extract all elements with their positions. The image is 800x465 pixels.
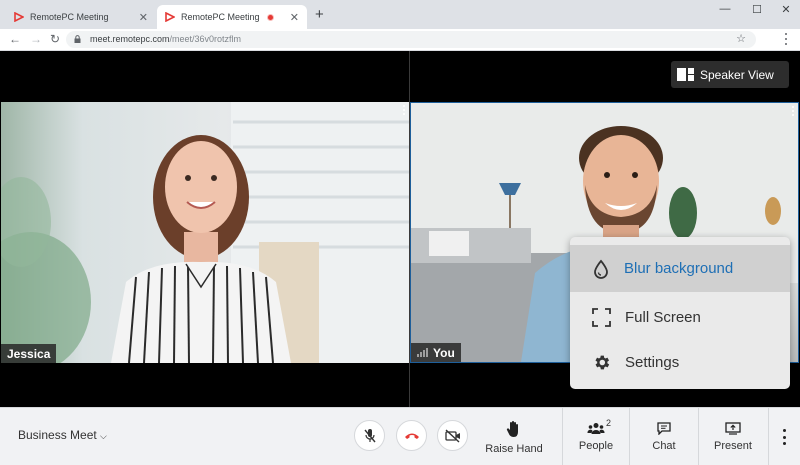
tile-options-icon[interactable] xyxy=(403,105,406,115)
meeting-name: Business Meet xyxy=(18,428,97,442)
camera-off-icon xyxy=(444,428,460,443)
new-tab-button[interactable]: + xyxy=(315,7,324,23)
browser-tab-active[interactable]: RemotePC Meeting ✕ xyxy=(157,5,307,29)
forward-icon[interactable]: → xyxy=(30,32,42,46)
people-label: People xyxy=(578,440,614,452)
browser-tab[interactable]: RemotePC Meeting ✕ xyxy=(6,5,156,29)
back-icon[interactable]: ← xyxy=(9,32,21,46)
people-icon xyxy=(587,423,605,434)
participant-name: You xyxy=(433,345,455,360)
more-options-icon[interactable] xyxy=(781,429,787,445)
hang-up-icon xyxy=(404,433,419,439)
minimize-icon[interactable]: — xyxy=(718,3,732,15)
url-host: meet.remotepc.com xyxy=(90,34,170,44)
end-call-button[interactable] xyxy=(396,420,427,451)
droplet-icon xyxy=(594,259,608,279)
browser-toolbar: ← → ↻ meet.remotepc.com/meet/36v0rotzflm… xyxy=(0,29,800,51)
participant-name: Jessica xyxy=(7,346,51,361)
bookmark-star-icon[interactable]: ☆ xyxy=(736,32,746,45)
close-tab-icon[interactable]: ✕ xyxy=(290,11,299,24)
menu-item-label: Full Screen xyxy=(625,309,701,326)
meeting-control-bar: Business Meet ⌵ Raise Hand People 2 Chat… xyxy=(0,407,800,465)
browser-menu-icon[interactable] xyxy=(781,32,791,46)
present-screen-icon xyxy=(725,422,741,435)
chat-button[interactable]: Chat xyxy=(630,408,698,465)
menu-item-label: Blur background xyxy=(624,260,734,277)
people-button[interactable]: People xyxy=(563,408,629,465)
present-button[interactable]: Present xyxy=(699,408,767,465)
menu-item-settings[interactable]: Settings xyxy=(570,339,790,386)
menu-item-blur-background[interactable]: Blur background xyxy=(570,245,790,292)
gear-icon xyxy=(595,355,610,370)
browser-tab-title: RemotePC Meeting xyxy=(30,12,109,22)
recording-indicator-icon xyxy=(266,13,274,21)
speaker-view-label: Speaker View xyxy=(700,67,774,82)
fullscreen-icon xyxy=(592,308,611,327)
participant-name-tag: Jessica xyxy=(1,344,57,363)
separator xyxy=(768,408,769,465)
url-text: meet.remotepc.com/meet/36v0rotzflm xyxy=(90,34,241,44)
chevron-down-icon: ⌵ xyxy=(100,431,107,441)
video-tile-remote[interactable]: Jessica xyxy=(1,102,409,363)
close-tab-icon[interactable]: ✕ xyxy=(139,11,148,24)
people-count-badge: 2 xyxy=(606,418,612,428)
chat-icon xyxy=(657,422,671,435)
speaker-view-button[interactable]: Speaker View xyxy=(671,61,789,88)
participant-name-tag: You xyxy=(411,343,461,362)
window-close-icon[interactable]: ✕ xyxy=(779,3,793,16)
stop-video-button[interactable] xyxy=(437,420,468,451)
menu-item-full-screen[interactable]: Full Screen xyxy=(570,294,790,341)
browser-tab-title: RemotePC Meeting xyxy=(181,12,260,22)
maximize-icon[interactable]: ☐ xyxy=(750,3,764,16)
browser-tab-strip: RemotePC Meeting ✕ RemotePC Meeting ✕ + … xyxy=(0,0,800,29)
signal-strength-icon xyxy=(417,348,428,357)
reload-icon[interactable]: ↻ xyxy=(50,32,60,46)
tile-context-menu: Blur background Full Screen Settings xyxy=(570,237,790,389)
menu-item-label: Settings xyxy=(625,354,680,371)
address-bar[interactable]: meet.remotepc.com/meet/36v0rotzflm ☆ xyxy=(66,31,756,48)
meeting-name-dropdown[interactable]: Business Meet ⌵ xyxy=(18,428,107,442)
tile-options-icon[interactable] xyxy=(792,106,795,116)
present-label: Present xyxy=(714,440,752,452)
mute-microphone-button[interactable] xyxy=(354,420,385,451)
chat-label: Chat xyxy=(652,440,676,452)
raise-hand-button[interactable]: Raise Hand xyxy=(481,408,547,465)
remotepc-logo-icon xyxy=(165,12,175,22)
remotepc-logo-icon xyxy=(14,12,24,22)
lock-icon xyxy=(74,35,81,43)
url-path: /meet/36v0rotzflm xyxy=(169,34,242,44)
participant-video-image xyxy=(1,102,409,363)
microphone-off-icon xyxy=(363,428,376,442)
raise-hand-label: Raise Hand xyxy=(485,442,543,455)
raise-hand-icon xyxy=(506,420,518,437)
speaker-view-icon xyxy=(677,68,694,81)
